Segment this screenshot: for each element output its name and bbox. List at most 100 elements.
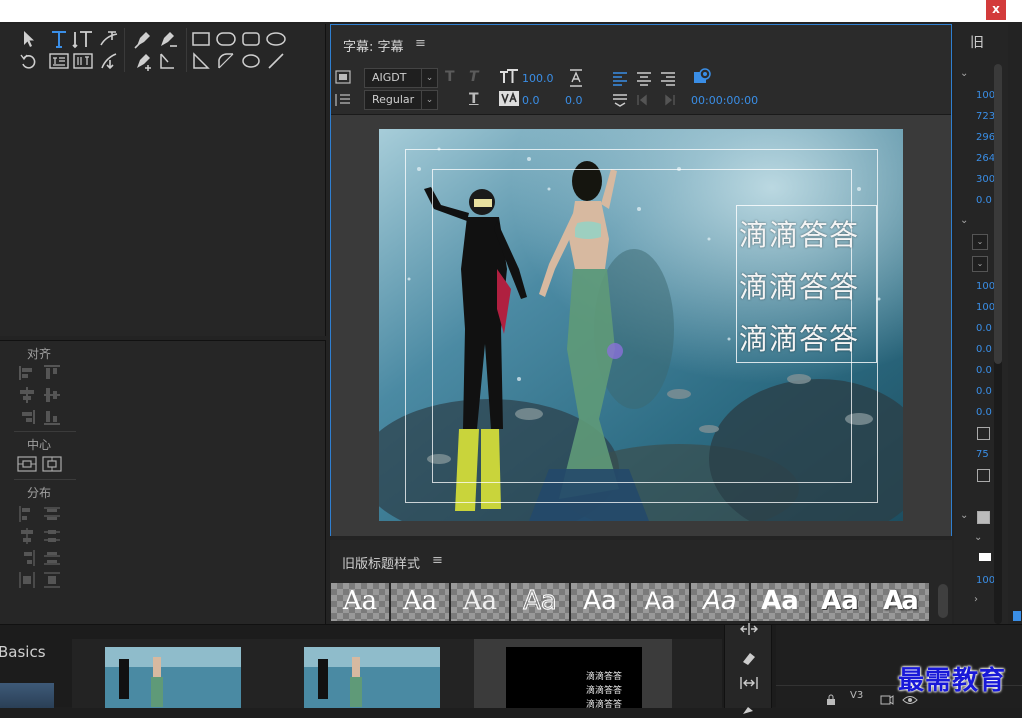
vertical-area-type-tool-icon[interactable] [72, 50, 94, 72]
lock-icon[interactable] [826, 691, 836, 710]
tab-right-icon[interactable] [660, 92, 676, 111]
distribute-right-icon[interactable] [17, 549, 37, 567]
clipped-corner-rect-tool-icon[interactable] [240, 28, 262, 50]
kerning-value[interactable]: 0.0 [522, 94, 540, 107]
justify-icon[interactable] [612, 92, 628, 111]
properties-tab[interactable]: 旧 [970, 32, 984, 52]
property-value[interactable]: 0.0 [976, 407, 992, 418]
distribute-vertical-center-icon[interactable] [42, 527, 62, 545]
font-size-value[interactable]: 100.0 [522, 72, 554, 85]
distribute-top-icon[interactable] [42, 505, 62, 523]
ripple-edit-tool-icon[interactable] [739, 621, 759, 640]
property-checkbox-checked[interactable] [977, 511, 990, 524]
selection-tool-icon[interactable] [18, 28, 40, 50]
font-style-select[interactable]: Regular ⌄ [364, 90, 438, 110]
property-value[interactable]: 264 [976, 153, 995, 164]
italic-icon[interactable]: T [469, 69, 479, 85]
property-dropdown[interactable]: ⌄ [972, 234, 988, 250]
align-left-icon[interactable] [17, 364, 37, 382]
background-video-frame[interactable]: 滴滴答答 滴滴答答 滴滴答答 [379, 129, 903, 521]
show-background-video-icon[interactable] [693, 68, 711, 90]
align-right-icon[interactable] [17, 408, 37, 426]
distribute-vertical-space-icon[interactable] [42, 571, 62, 589]
property-value[interactable]: 0.0 [976, 365, 992, 376]
pen-tool-icon[interactable] [740, 699, 758, 718]
style-swatch[interactable]: Aa [571, 583, 629, 621]
background-video-icon[interactable] [335, 69, 351, 89]
distribute-bottom-icon[interactable] [42, 549, 62, 567]
styles-scrollbar[interactable] [938, 584, 948, 618]
ellipse-tool-icon[interactable] [240, 50, 262, 72]
align-bottom-icon[interactable] [42, 408, 62, 426]
type-tool-icon[interactable] [48, 28, 70, 50]
playhead[interactable] [1013, 611, 1021, 621]
properties-scrollbar-thumb[interactable] [994, 64, 1002, 364]
style-swatch[interactable]: Aa [331, 583, 389, 621]
align-top-icon[interactable] [42, 364, 62, 382]
convert-anchor-tool-icon[interactable] [156, 50, 178, 72]
property-value[interactable]: 100 [976, 90, 995, 101]
property-value[interactable]: 296 [976, 132, 995, 143]
delete-anchor-tool-icon[interactable] [156, 28, 178, 50]
clip-thumbnail[interactable] [105, 647, 241, 708]
underline-icon[interactable]: T [469, 91, 479, 107]
distribute-horizontal-space-icon[interactable] [17, 571, 37, 589]
title-panel-tab[interactable]: 字幕: 字幕 [343, 36, 404, 55]
razor-tool-icon[interactable] [740, 649, 758, 671]
vertical-path-type-tool-icon[interactable] [98, 50, 120, 72]
property-checkbox[interactable] [977, 469, 990, 482]
chevron-down-icon[interactable]: ⌄ [974, 532, 982, 543]
chevron-down-icon[interactable]: ⌄ [960, 510, 968, 521]
font-family-select[interactable]: AIGDT ⌄ [364, 68, 438, 88]
tab-left-icon[interactable] [636, 92, 652, 111]
area-type-tool-icon[interactable] [48, 50, 70, 72]
distribute-left-icon[interactable] [17, 505, 37, 523]
workspace-label[interactable]: Basics [0, 643, 46, 661]
style-swatch[interactable]: Aa [631, 583, 689, 621]
rotation-tool-icon[interactable] [18, 50, 40, 72]
align-right-text-icon[interactable] [660, 71, 676, 90]
line-tool-icon[interactable] [265, 50, 287, 72]
property-value[interactable]: 723 [976, 111, 995, 122]
slip-tool-icon[interactable] [739, 675, 759, 695]
distribute-horizontal-center-icon[interactable] [17, 527, 37, 545]
chevron-down-icon[interactable]: ⌄ [960, 68, 968, 79]
vertical-type-tool-icon[interactable] [72, 28, 94, 50]
add-anchor-tool-icon[interactable] [132, 50, 154, 72]
chevron-down-icon[interactable]: ⌄ [960, 215, 968, 226]
panel-menu-icon[interactable]: ≡ [415, 36, 426, 51]
title-clip-thumbnail[interactable]: 滴滴答答 滴滴答答 滴滴答答 [506, 647, 642, 710]
property-value[interactable]: 0.0 [976, 323, 992, 334]
color-swatch[interactable] [979, 553, 991, 561]
rounded-rect-tool-icon[interactable] [215, 28, 237, 50]
property-value[interactable]: 100 [976, 575, 995, 586]
style-swatch[interactable]: Aa [451, 583, 509, 621]
style-swatch[interactable]: Aa [751, 583, 809, 621]
style-swatch[interactable]: Aa [871, 583, 929, 621]
bold-icon[interactable]: T [445, 69, 455, 85]
property-value[interactable]: 100 [976, 302, 995, 313]
align-vertical-center-icon[interactable] [42, 386, 62, 404]
styles-panel-title[interactable]: 旧版标题样式 [342, 553, 420, 572]
align-left-text-icon[interactable] [612, 71, 628, 90]
style-swatch[interactable]: Aa [691, 583, 749, 621]
property-checkbox[interactable] [977, 427, 990, 440]
align-center-text-icon[interactable] [636, 71, 652, 90]
property-value[interactable]: 0.0 [976, 344, 992, 355]
property-value[interactable]: 100 [976, 281, 995, 292]
property-value[interactable]: 0.0 [976, 195, 992, 206]
path-type-tool-icon[interactable] [98, 28, 120, 50]
rounded-corner-tool-icon[interactable] [265, 28, 287, 50]
tab-stops-icon[interactable] [335, 92, 351, 111]
pen-tool-icon[interactable] [132, 28, 154, 50]
property-value[interactable]: 0.0 [976, 386, 992, 397]
timecode-value[interactable]: 00:00:00:00 [691, 94, 758, 107]
align-horizontal-center-icon[interactable] [17, 386, 37, 404]
wedge-tool-icon[interactable] [190, 50, 212, 72]
rectangle-tool-icon[interactable] [190, 28, 212, 50]
arc-tool-icon[interactable] [215, 50, 237, 72]
close-button[interactable]: x [986, 0, 1006, 20]
caption-text-box[interactable]: 滴滴答答 滴滴答答 滴滴答答 [736, 205, 877, 363]
center-vertical-icon[interactable] [42, 455, 62, 473]
leading-value[interactable]: 0.0 [565, 94, 583, 107]
